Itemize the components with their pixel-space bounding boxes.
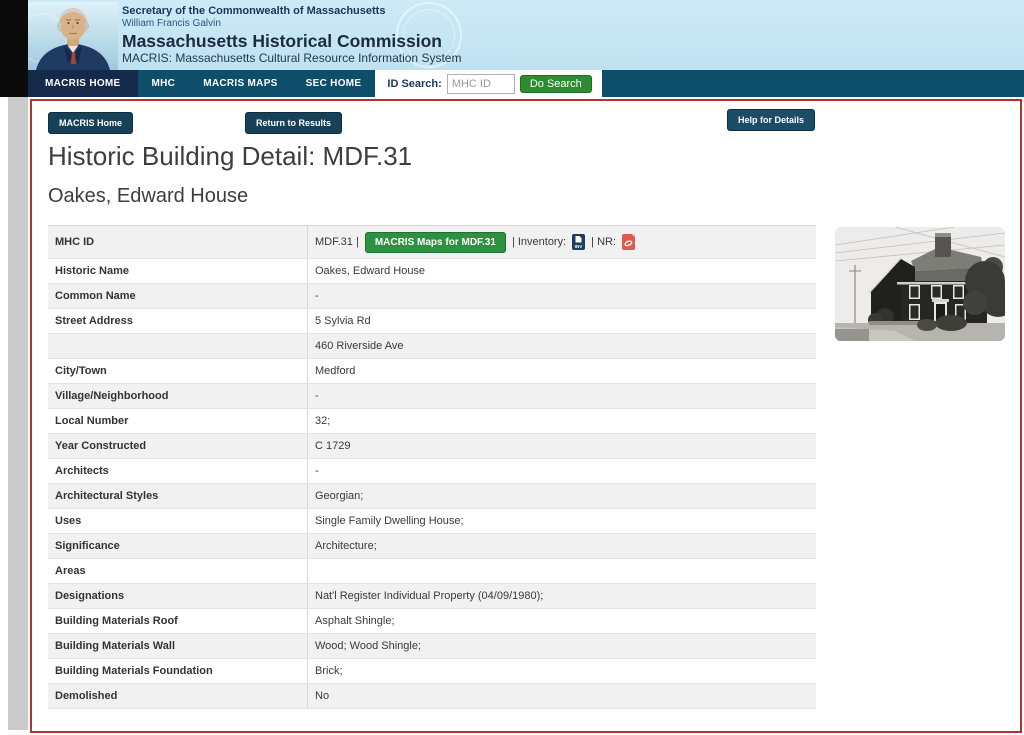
row-value: 460 Riverside Ave (308, 334, 816, 358)
row-label: Significance (48, 534, 308, 558)
row-label: Demolished (48, 684, 308, 708)
table-row: Street Address5 Sylvia Rd (48, 309, 816, 334)
page-title: Historic Building Detail: MDF.31 (48, 141, 412, 172)
row-label: Architects (48, 459, 308, 483)
row-label: Street Address (48, 309, 308, 333)
building-photo-image (835, 227, 1005, 341)
inventory-label: | Inventory: (512, 236, 566, 248)
table-row: Building Materials FoundationBrick; (48, 659, 816, 684)
building-photo (835, 227, 1005, 341)
table-row: Architectural StylesGeorgian; (48, 484, 816, 509)
row-label: Uses (48, 509, 308, 533)
nav-items: MACRIS HOMEMHCMACRIS MAPSSEC HOME (28, 70, 375, 97)
table-row: Building Materials WallWood; Wood Shingl… (48, 634, 816, 659)
help-for-details-button[interactable]: Help for Details (727, 109, 815, 131)
table-row: UsesSingle Family Dwelling House; (48, 509, 816, 534)
table-row: Village/Neighborhood- (48, 384, 816, 409)
table-row: SignificanceArchitecture; (48, 534, 816, 559)
site-banner: Secretary of the Commonwealth of Massach… (28, 0, 1024, 70)
secretary-line: Secretary of the Commonwealth of Massach… (122, 5, 461, 17)
row-label (48, 334, 308, 358)
row-value: Medford (308, 359, 816, 383)
table-row: City/TownMedford (48, 359, 816, 384)
row-label: City/Town (48, 359, 308, 383)
building-name: Oakes, Edward House (48, 185, 248, 208)
row-label: Architectural Styles (48, 484, 308, 508)
banner-text: Secretary of the Commonwealth of Massach… (122, 5, 461, 66)
table-row: 460 Riverside Ave (48, 334, 816, 359)
row-label: Historic Name (48, 259, 308, 283)
table-row: DesignationsNat'l Register Individual Pr… (48, 584, 816, 609)
page-left-margin (8, 97, 28, 730)
row-value: Asphalt Shingle; (308, 609, 816, 633)
row-value: MDF.31 | MACRIS Maps for MDF.31 | Invent… (308, 226, 816, 258)
row-value: C 1729 (308, 434, 816, 458)
main-nav: MACRIS HOMEMHCMACRIS MAPSSEC HOME ID Sea… (28, 70, 1024, 97)
table-row: Year ConstructedC 1729 (48, 434, 816, 459)
nav-item-sec-home[interactable]: SEC HOME (292, 70, 376, 97)
return-to-results-button[interactable]: Return to Results (245, 112, 342, 134)
inventory-pdf-icon[interactable]: INV (572, 234, 585, 250)
table-row-mhc-id: MHC ID MDF.31 | MACRIS Maps for MDF.31 |… (48, 226, 816, 259)
row-value (308, 559, 816, 583)
nav-item-mhc[interactable]: MHC (138, 70, 190, 97)
row-value: 32; (308, 409, 816, 433)
secretary-portrait (28, 2, 118, 70)
row-value: Nat'l Register Individual Property (04/0… (308, 584, 816, 608)
macris-home-button[interactable]: MACRIS Home (48, 112, 133, 134)
nr-pdf-icon[interactable] (622, 234, 635, 250)
row-label: Local Number (48, 409, 308, 433)
row-value: - (308, 459, 816, 483)
row-value: Single Family Dwelling House; (308, 509, 816, 533)
id-search-area: ID Search: Do Search (375, 70, 601, 97)
table-row: Building Materials RoofAsphalt Shingle; (48, 609, 816, 634)
secretary-name: William Francis Galvin (122, 18, 461, 29)
row-label: Areas (48, 559, 308, 583)
row-label: Common Name (48, 284, 308, 308)
secretary-portrait-image (28, 2, 118, 70)
do-search-button[interactable]: Do Search (520, 75, 592, 93)
row-value: Brick; (308, 659, 816, 683)
row-value: Georgian; (308, 484, 816, 508)
mhc-id-input[interactable] (447, 74, 515, 94)
svg-text:INV: INV (575, 244, 584, 249)
row-label: Building Materials Foundation (48, 659, 308, 683)
nav-item-macris-home[interactable]: MACRIS HOME (28, 70, 138, 97)
commission-title: Massachusetts Historical Commission (122, 32, 461, 52)
table-row: DemolishedNo (48, 684, 816, 709)
row-label: Designations (48, 584, 308, 608)
macris-subtitle: MACRIS: Massachusetts Cultural Resource … (122, 52, 461, 65)
table-row: Common Name- (48, 284, 816, 309)
nav-filler (602, 70, 1024, 97)
row-label: Building Materials Roof (48, 609, 308, 633)
table-row: Historic NameOakes, Edward House (48, 259, 816, 284)
nav-item-macris-maps[interactable]: MACRIS MAPS (189, 70, 291, 97)
table-row: Architects- (48, 459, 816, 484)
id-search-label: ID Search: (387, 78, 441, 90)
row-value: Wood; Wood Shingle; (308, 634, 816, 658)
detail-table: MHC ID MDF.31 | MACRIS Maps for MDF.31 |… (48, 225, 816, 709)
mhc-id-value: MDF.31 | (315, 236, 359, 248)
row-value: - (308, 384, 816, 408)
table-row: Areas (48, 559, 816, 584)
row-value: Oakes, Edward House (308, 259, 816, 283)
row-value: No (308, 684, 816, 708)
row-value: - (308, 284, 816, 308)
detail-rows: Historic NameOakes, Edward HouseCommon N… (48, 259, 816, 709)
content-frame: MACRIS Home Return to Results Help for D… (30, 99, 1022, 733)
row-value: Architecture; (308, 534, 816, 558)
macris-maps-button[interactable]: MACRIS Maps for MDF.31 (365, 232, 506, 253)
row-label: Year Constructed (48, 434, 308, 458)
row-label: MHC ID (48, 226, 308, 258)
nr-label: | NR: (591, 236, 616, 248)
banner-left-black (0, 0, 28, 97)
table-row: Local Number32; (48, 409, 816, 434)
row-value: 5 Sylvia Rd (308, 309, 816, 333)
row-label: Building Materials Wall (48, 634, 308, 658)
row-label: Village/Neighborhood (48, 384, 308, 408)
